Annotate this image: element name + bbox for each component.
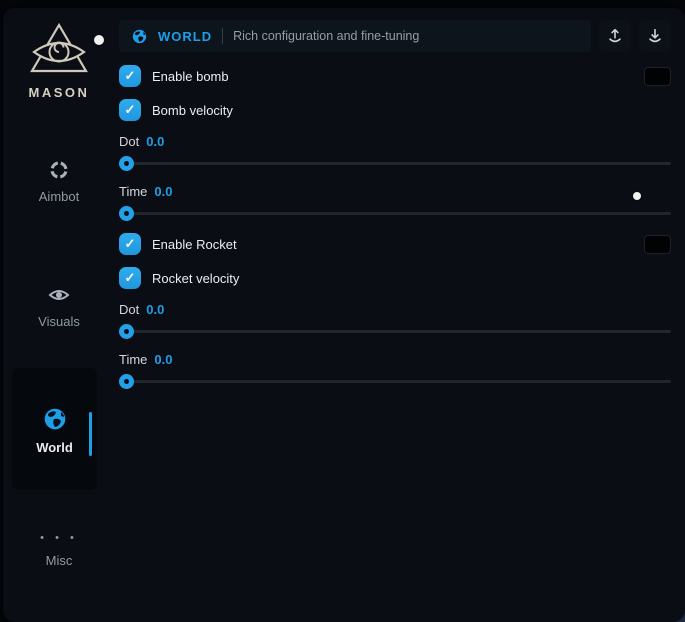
slider-name: Dot [119, 134, 139, 149]
tab-header-bar: WORLD Rich configuration and fine-tuning [119, 20, 591, 52]
checkbox-label: Enable Rocket [152, 237, 237, 252]
header-row: WORLD Rich configuration and fine-tuning [119, 20, 671, 52]
sidebar-item-label: Visuals [38, 314, 80, 329]
bomb-dot-slider-label: Dot 0.0 [119, 132, 671, 150]
rocket-dot-slider [119, 324, 671, 339]
bomb-dot-slider [119, 156, 671, 171]
mason-logo: MASON [3, 22, 115, 100]
crosshair-icon [47, 158, 71, 182]
globe-icon [42, 406, 68, 432]
slider-value: 0.0 [154, 352, 172, 367]
sidebar-item-misc[interactable]: • • • Misc [3, 532, 115, 568]
thumb-dot [124, 379, 129, 384]
sidebar-item-label: World [36, 440, 73, 455]
sidebar-item-world-selected[interactable]: World [12, 368, 97, 490]
enable-rocket-checkbox[interactable]: ✓ [119, 233, 141, 255]
checkbox-label: Enable bomb [152, 69, 229, 84]
sidebar-item-label: Misc [46, 553, 73, 568]
ellipsis-icon: • • • [3, 532, 115, 544]
cursor-dot [633, 192, 641, 200]
enable-rocket-row: ✓ Enable Rocket [119, 232, 671, 256]
globe-icon [131, 28, 148, 45]
slider-name: Time [119, 184, 147, 199]
thumb-dot [124, 329, 129, 334]
import-config-button[interactable] [639, 20, 671, 52]
eye-icon [47, 283, 71, 307]
rocket-dot-slider-label: Dot 0.0 [119, 300, 671, 318]
slider-track[interactable] [119, 212, 671, 215]
sidebar-item-aimbot[interactable]: Aimbot [3, 158, 115, 204]
rocket-velocity-row: ✓ Rocket velocity [119, 266, 671, 290]
divider [222, 28, 223, 44]
slider-name: Time [119, 352, 147, 367]
slider-value: 0.0 [146, 302, 164, 317]
check-icon: ✓ [125, 68, 136, 84]
logo-text: MASON [3, 85, 115, 100]
slider-thumb[interactable] [119, 156, 134, 171]
slider-thumb[interactable] [119, 324, 134, 339]
check-icon: ✓ [125, 270, 136, 286]
export-config-button[interactable] [599, 20, 631, 52]
enable-bomb-checkbox[interactable]: ✓ [119, 65, 141, 87]
upload-icon [606, 27, 624, 45]
slider-name: Dot [119, 302, 139, 317]
slider-value: 0.0 [154, 184, 172, 199]
rocket-time-slider [119, 374, 671, 389]
enable-bomb-row: ✓ Enable bomb [119, 64, 671, 88]
active-tab-indicator [89, 412, 92, 456]
thumb-dot [124, 161, 129, 166]
bomb-velocity-checkbox[interactable]: ✓ [119, 99, 141, 121]
content-panel: WORLD Rich configuration and fine-tuning [115, 8, 685, 622]
slider-value: 0.0 [146, 134, 164, 149]
bomb-time-slider [119, 206, 671, 221]
checkbox-label: Rocket velocity [152, 271, 239, 286]
slider-thumb[interactable] [119, 206, 134, 221]
sidebar-item-visuals[interactable]: Visuals [3, 283, 115, 329]
cheat-menu-window: MASON Aimbot Visuals [3, 8, 685, 622]
rocket-velocity-checkbox[interactable]: ✓ [119, 267, 141, 289]
bomb-color-swatch[interactable] [644, 67, 671, 86]
bomb-velocity-row: ✓ Bomb velocity [119, 98, 671, 122]
slider-track[interactable] [119, 380, 671, 383]
rocket-color-swatch[interactable] [644, 235, 671, 254]
sidebar-item-label: Aimbot [39, 189, 79, 204]
check-icon: ✓ [125, 236, 136, 252]
slider-thumb[interactable] [119, 374, 134, 389]
bomb-time-slider-label: Time 0.0 [119, 182, 671, 200]
thumb-dot [124, 211, 129, 216]
checkbox-label: Bomb velocity [152, 103, 233, 118]
cursor-dot [94, 35, 104, 45]
sidebar: MASON Aimbot Visuals [3, 8, 115, 622]
check-icon: ✓ [125, 102, 136, 118]
slider-track[interactable] [119, 162, 671, 165]
slider-track[interactable] [119, 330, 671, 333]
page-subtitle: Rich configuration and fine-tuning [233, 29, 419, 43]
page-title: WORLD [158, 29, 212, 44]
eye-triangle-logo-icon [3, 22, 115, 80]
rocket-time-slider-label: Time 0.0 [119, 350, 671, 368]
download-icon [646, 27, 664, 45]
